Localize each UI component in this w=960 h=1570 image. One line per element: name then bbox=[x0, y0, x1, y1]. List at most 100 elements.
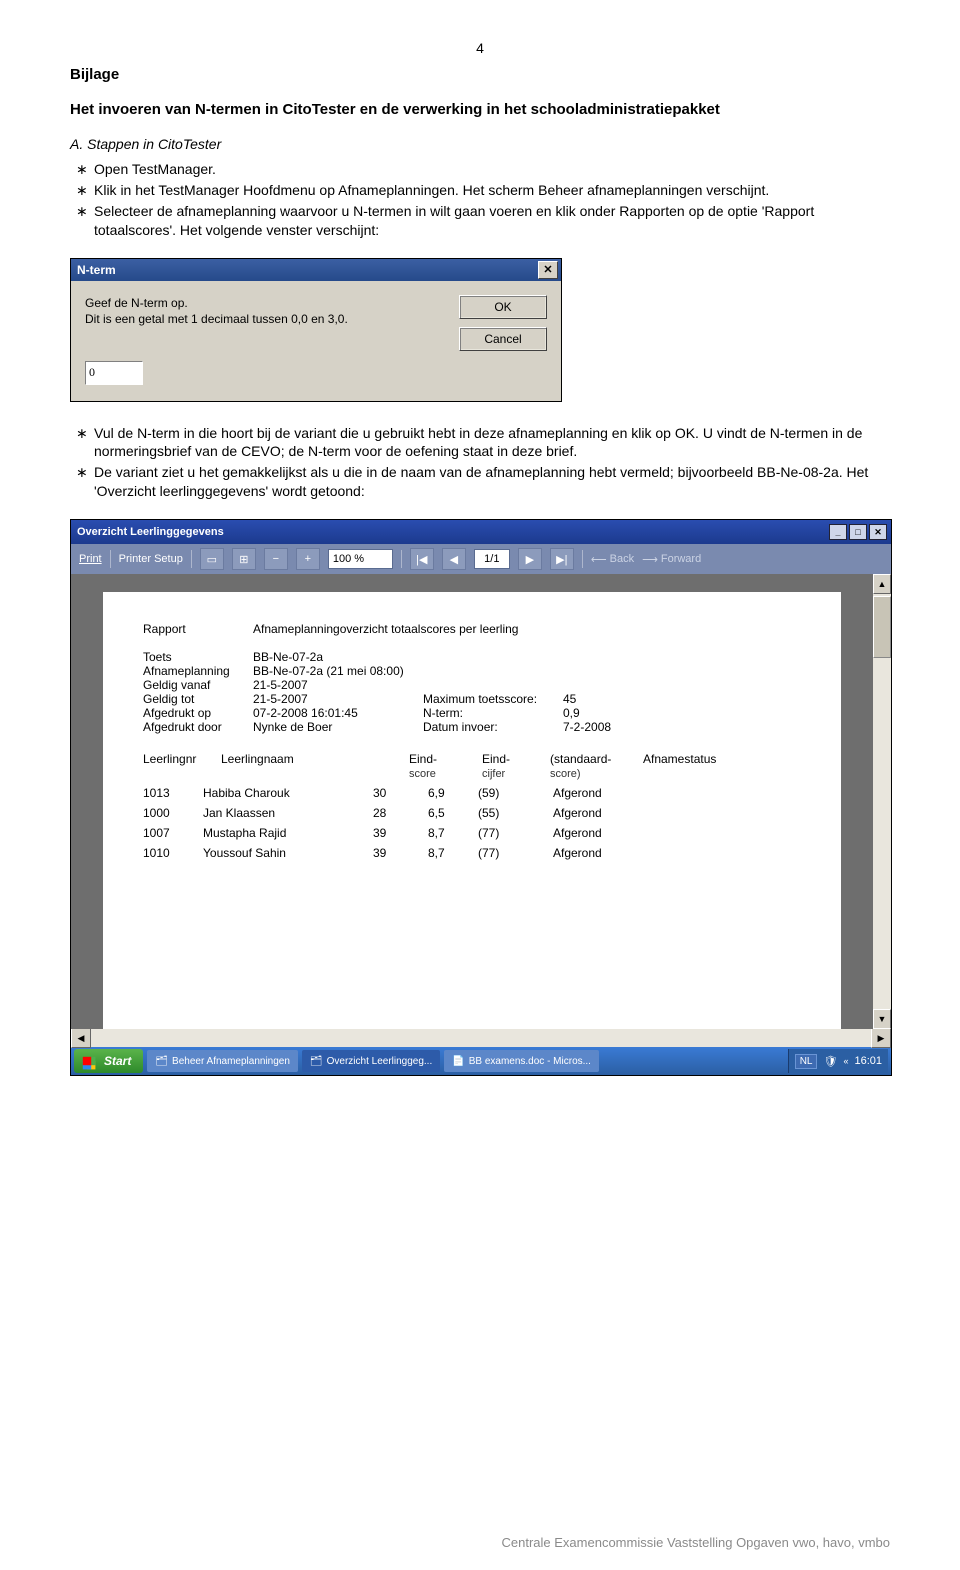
windows-taskbar: Start 🗂 Beheer Afnameplanningen 🗂 Overzi… bbox=[71, 1047, 891, 1075]
back-button[interactable]: ⟵ Back bbox=[591, 553, 634, 566]
cell-nr: 1013 bbox=[143, 786, 203, 800]
tray-icon[interactable]: 🛡 bbox=[823, 1055, 837, 1068]
nterm-dialog: N-term ✕ Geef de N-term op. Dit is een g… bbox=[70, 258, 562, 402]
field-key: Afgedrukt door bbox=[143, 720, 253, 734]
section-a-heading: A. Stappen in CitoTester bbox=[70, 136, 890, 152]
col-header-score-sub: score bbox=[409, 768, 436, 780]
list-item: Open TestManager. bbox=[94, 160, 890, 179]
field-key: Afgedrukt op bbox=[143, 706, 253, 720]
field-value: Nynke de Boer bbox=[253, 720, 332, 734]
app-icon: 🗂 bbox=[310, 1056, 323, 1067]
cell-nr: 1007 bbox=[143, 826, 203, 840]
list-item: De variant ziet u het gemakkelijkst als … bbox=[94, 463, 890, 501]
col-header-cijfer-sub: cijfer bbox=[482, 768, 505, 780]
ok-button[interactable]: OK bbox=[459, 295, 547, 319]
field-key: N-term: bbox=[423, 706, 563, 720]
page-indicator: 1/1 bbox=[474, 549, 510, 569]
word-icon: 📄 bbox=[452, 1056, 464, 1067]
field-value: BB-Ne-07-2a (21 mei 08:00) bbox=[253, 664, 404, 678]
prev-page-icon[interactable]: ◀ bbox=[442, 548, 466, 570]
minimize-icon[interactable]: _ bbox=[829, 524, 847, 540]
col-header-std: (standaard- bbox=[550, 752, 611, 766]
maximize-icon[interactable]: □ bbox=[849, 524, 867, 540]
cell-std: (77) bbox=[478, 826, 553, 840]
start-button[interactable]: Start bbox=[74, 1049, 143, 1073]
rapport-label: Rapport bbox=[143, 622, 253, 636]
cell-std: (55) bbox=[478, 806, 553, 820]
next-page-icon[interactable]: ▶ bbox=[518, 548, 542, 570]
appendix-label: Bijlage bbox=[70, 66, 890, 83]
cell-status: Afgerond bbox=[553, 826, 653, 840]
field-value: 07-2-2008 16:01:45 bbox=[253, 706, 358, 720]
clock: 16:01 bbox=[854, 1055, 882, 1067]
scroll-right-icon[interactable]: ▶ bbox=[871, 1028, 891, 1048]
cell-nr: 1010 bbox=[143, 846, 203, 860]
nterm-title: N-term bbox=[77, 263, 116, 277]
list-item: Klik in het TestManager Hoofdmenu op Afn… bbox=[94, 181, 890, 200]
cell-std: (59) bbox=[478, 786, 553, 800]
scroll-thumb[interactable] bbox=[873, 596, 891, 658]
scroll-left-icon[interactable]: ◀ bbox=[71, 1028, 91, 1048]
cell-score: 39 bbox=[373, 826, 428, 840]
steps-list-b: Vul de N-term in die hoort bij de varian… bbox=[70, 424, 890, 502]
nterm-line1: Geef de N-term op. bbox=[85, 296, 188, 310]
field-value: 21-5-2007 bbox=[253, 678, 308, 692]
vertical-scrollbar[interactable]: ▲ ▼ bbox=[873, 574, 891, 1029]
zoom-out-icon[interactable]: − bbox=[264, 548, 288, 570]
report-window-title: Overzicht Leerlinggegevens bbox=[77, 526, 224, 538]
last-page-icon[interactable]: ▶| bbox=[550, 548, 574, 570]
cell-cijfer: 6,5 bbox=[428, 806, 478, 820]
scroll-down-icon[interactable]: ▼ bbox=[873, 1009, 891, 1029]
nterm-instruction: Geef de N-term op. Dit is een getal met … bbox=[85, 295, 429, 351]
col-header-status: Afnamestatus bbox=[643, 752, 761, 780]
scroll-up-icon[interactable]: ▲ bbox=[873, 574, 891, 594]
col-header-cijfer: Eind- bbox=[482, 752, 510, 766]
field-value: 0,9 bbox=[563, 706, 580, 720]
cell-nr: 1000 bbox=[143, 806, 203, 820]
taskbar-item[interactable]: 🗂 Beheer Afnameplanningen bbox=[147, 1050, 298, 1072]
report-titlebar: Overzicht Leerlinggegevens _ □ ✕ bbox=[71, 520, 891, 544]
list-item: Selecteer de afnameplanning waarvoor u N… bbox=[94, 202, 890, 240]
forward-button[interactable]: ⟶ Forward bbox=[642, 553, 701, 566]
list-item: Vul de N-term in die hoort bij de varian… bbox=[94, 424, 890, 462]
nterm-input[interactable] bbox=[85, 361, 143, 385]
col-header-std-sub: score) bbox=[550, 768, 581, 780]
language-indicator[interactable]: NL bbox=[795, 1054, 818, 1069]
taskbar-item[interactable]: 📄 BB examens.doc - Micros... bbox=[444, 1050, 599, 1072]
close-icon[interactable]: ✕ bbox=[538, 261, 558, 279]
cell-status: Afgerond bbox=[553, 786, 653, 800]
steps-list-a: Open TestManager. Klik in het TestManage… bbox=[70, 160, 890, 240]
cell-score: 30 bbox=[373, 786, 428, 800]
close-icon[interactable]: ✕ bbox=[869, 524, 887, 540]
field-key: Afnameplanning bbox=[143, 664, 253, 678]
print-button[interactable]: Print bbox=[79, 553, 102, 565]
cell-score: 28 bbox=[373, 806, 428, 820]
zoom-level[interactable]: 100 % bbox=[328, 549, 393, 569]
page-width-icon[interactable]: ⊞ bbox=[232, 548, 256, 570]
cell-name: Jan Klaassen bbox=[203, 806, 373, 820]
page-fit-icon[interactable]: ▭ bbox=[200, 548, 224, 570]
chevron-left-icon[interactable]: « bbox=[843, 1056, 848, 1066]
document-title: Het invoeren van N-termen in CitoTester … bbox=[70, 101, 890, 118]
report-paper: Rapport Afnameplanningoverzicht totaalsc… bbox=[103, 592, 841, 1029]
cell-cijfer: 8,7 bbox=[428, 826, 478, 840]
field-value: 7-2-2008 bbox=[563, 720, 611, 734]
printer-setup-button[interactable]: Printer Setup bbox=[119, 553, 183, 565]
field-value: 45 bbox=[563, 692, 576, 706]
rapport-value: Afnameplanningoverzicht totaalscores per… bbox=[253, 622, 518, 636]
zoom-in-icon[interactable]: + bbox=[296, 548, 320, 570]
cell-name: Youssouf Sahin bbox=[203, 846, 373, 860]
first-page-icon[interactable]: |◀ bbox=[410, 548, 434, 570]
field-key: Maximum toetsscore: bbox=[423, 692, 563, 706]
cancel-button[interactable]: Cancel bbox=[459, 327, 547, 351]
cell-score: 39 bbox=[373, 846, 428, 860]
col-header-nr: Leerlingnr bbox=[143, 752, 221, 780]
system-tray: NL 🛡 « 16:01 bbox=[788, 1049, 888, 1073]
horizontal-scrollbar[interactable]: ◀ ▶ bbox=[71, 1029, 891, 1047]
taskbar-item[interactable]: 🗂 Overzicht Leerlinggeg... bbox=[302, 1050, 440, 1072]
cell-cijfer: 8,7 bbox=[428, 846, 478, 860]
table-row: 1013 Habiba Charouk 30 6,9 (59) Afgerond bbox=[143, 786, 801, 800]
page-number: 4 bbox=[70, 40, 890, 56]
cell-name: Habiba Charouk bbox=[203, 786, 373, 800]
nterm-titlebar: N-term ✕ bbox=[71, 259, 561, 281]
